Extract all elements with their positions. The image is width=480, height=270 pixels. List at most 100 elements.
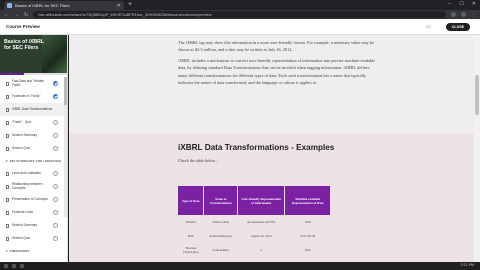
course-card: Basics of iXBRL for SEC Filers [0,35,67,73]
outline-lesson-item[interactable]: Footnotes in "Facts" [0,90,64,103]
lesson-label: Links and Linkbases [12,170,41,175]
table-cell: one thousand and fifty [246,220,276,224]
lesson-doc-icon [6,81,9,86]
check-complete-icon [53,81,58,86]
lesson-content: The iXBRL tag may show this information … [69,35,474,262]
course-outline: Fact Data and "Hidden Facts" Footnotes in… [0,77,64,257]
forward-icon[interactable]: → [14,12,19,18]
table-cell: Numeric [185,220,197,224]
lesson-doc-icon [6,184,9,189]
outline-lesson-item[interactable]: Links and Linkbases [0,167,64,180]
lesson-label: "Facts" - Quiz [12,119,32,124]
table-header-cell: Name of Transformation [203,186,239,215]
status-circle-icon [53,223,58,228]
table-cell: 1050 [304,220,311,224]
address-bar-row: ← → ↻ rise.articulate.com/share/m76Q8BCc… [0,10,480,19]
tab-title: Basics of iXBRL for SEC Filers [15,3,70,8]
course-progress-bar [0,73,67,75]
browser-tab-bar: Basics of iXBRL for SEC Filers ✕ + ─ ☐ ✕ [0,0,480,10]
browser-app-icon[interactable] [20,264,24,268]
device-preview-icon[interactable]: ▭ [426,23,431,31]
lesson-label: Footnote Links [12,209,33,214]
status-circle-icon [53,210,58,215]
outline-lesson-item[interactable]: Relationship between Concepts [0,180,64,193]
table-cell: x [260,248,263,252]
course-cover-image [42,35,67,73]
taskbar: 2:21 PM [0,262,480,270]
lesson-doc-icon [6,146,9,151]
profile-icon[interactable] [461,12,466,17]
start-icon[interactable] [4,264,8,268]
minimize-icon[interactable]: ─ [448,1,452,7]
lesson-label: Relationship between Concepts [12,181,43,190]
course-title: Basics of iXBRL for SEC Filers [4,39,44,51]
chevron-down-icon: ▾ [6,249,8,253]
back-icon[interactable]: ← [4,12,9,18]
outline-section-header[interactable]: ▾ RELATIONSHIPS AND LINKBASES [0,155,64,167]
reload-icon[interactable]: ↻ [24,12,28,18]
table-cell: false [304,248,311,252]
chevron-down-icon: ▾ [6,159,8,163]
outline-lesson-item[interactable]: Footnote Links [0,206,64,219]
url-field[interactable]: rise.articulate.com/share/m76Q8BCcpP_k9V… [33,11,446,18]
lesson-doc-icon [6,94,9,99]
outline-lesson-item[interactable]: Section Summary [0,219,64,232]
lesson-label: Section Summary [12,222,38,227]
outline-lesson-item[interactable]: Fact Data and "Hidden Facts" [0,77,64,90]
lesson-label: Section Summary [12,132,38,137]
lesson-label: Section Quiz [12,145,31,150]
table-cell: booleanfalse [212,248,229,252]
maximize-icon[interactable]: ☐ [459,1,463,7]
lesson-doc-icon [6,197,9,202]
sidebar-scrollbar[interactable] [64,77,67,217]
close-window-icon[interactable]: ✕ [472,1,476,7]
outline-lesson-item[interactable]: Section Quiz [0,232,64,245]
clock: 2:21 PM [460,263,474,267]
outline-section-header[interactable]: ▾ DIMENSIONS [0,245,64,257]
extension-icon[interactable] [451,12,456,17]
menu-icon[interactable]: ⋮ [471,12,476,18]
outline-lesson-item[interactable]: "Facts" - Quiz [0,116,64,129]
table-row: Date datemonthdayyear August 26, 2012 2012-… [178,229,331,243]
status-circle-icon [53,184,58,189]
favicon-icon [7,3,12,8]
lesson-doc-icon [6,120,9,125]
lesson-label: Fact Data and "Hidden Facts" [12,78,45,87]
status-circle-icon [53,133,58,138]
lesson-label: Presentation of Concepts [12,196,48,201]
close-preview-button[interactable]: CLOSE [446,23,470,31]
lesson-label: iXBRL Data Transformations [12,106,53,111]
window-controls: ─ ☐ ✕ [448,1,476,7]
outline-lesson-item[interactable]: Presentation of Concepts [0,193,64,206]
status-circle-icon [53,146,58,151]
new-tab-icon[interactable]: + [128,1,132,9]
lesson-paragraph: iXBRL includes a mechanism to convert us… [178,58,376,86]
section-subtitle: Check the table below... [178,158,219,163]
table-header-cell: Machine-readable Representation of Data [284,186,331,215]
browser-tab[interactable]: Basics of iXBRL for SEC Filers ✕ [4,1,124,10]
outline-lesson-item[interactable]: Section Summary [0,129,64,142]
table-row: Numeric numwordsen one thousand and fifty 1… [178,215,331,229]
lesson-doc-icon [6,236,9,241]
close-tab-icon[interactable]: ✕ [117,3,121,9]
table-cell: August 26, 2012 [250,234,272,238]
outline-lesson-item[interactable]: Section Quiz [0,142,64,155]
section-label: DIMENSIONS [9,249,30,253]
table-header-cell: Type of Data [178,186,205,215]
transformations-table: Type of Data Name of Transformation User-f… [178,186,331,262]
outline-lesson-item[interactable]: iXBRL Data Transformations [0,103,64,116]
table-row: Boolean (True/False) booleanfalse x false [178,243,331,257]
table-header-cell: User-friendly Representation of Informat… [237,186,286,215]
lesson-paragraph: The iXBRL tag may show this information … [178,40,374,53]
lesson-label: Section Quiz [12,235,31,240]
app-title: Course Preview [6,24,40,29]
scrollbar-thumb[interactable] [475,75,479,115]
lesson-doc-icon [6,171,9,176]
status-circle-icon [53,107,58,112]
search-icon[interactable] [12,264,16,268]
lesson-doc-icon [6,107,9,112]
check-complete-icon [53,94,58,99]
status-circle-icon [53,236,58,241]
lesson-doc-icon [6,133,9,138]
content-scrollbar[interactable] [474,35,480,262]
